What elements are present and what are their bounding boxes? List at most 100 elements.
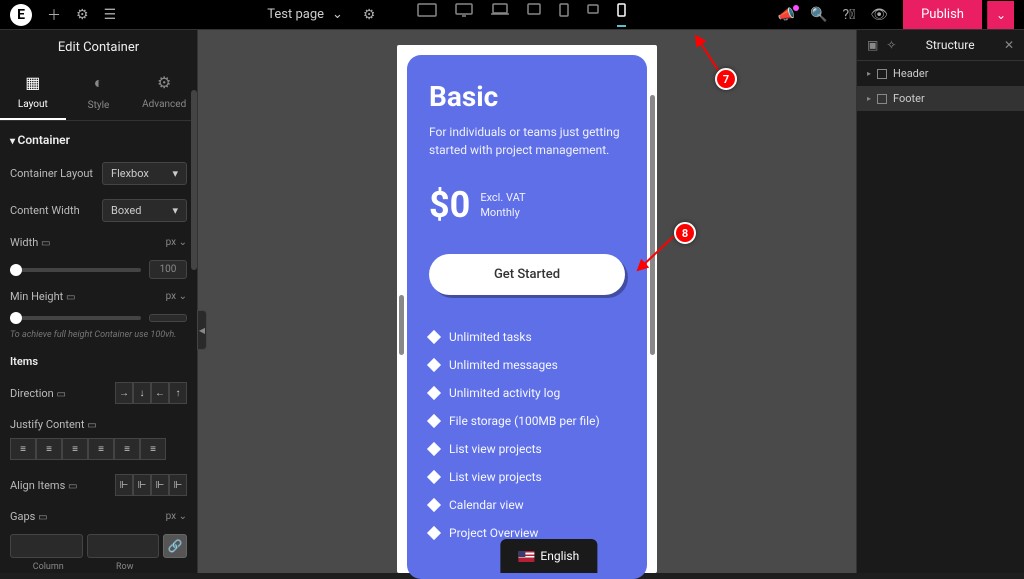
device-widescreen-icon[interactable]: [417, 3, 437, 27]
container-layout-select[interactable]: Flexbox▾: [102, 162, 187, 185]
feature-item: Project Overview: [429, 526, 625, 540]
justify-around[interactable]: ≡: [114, 438, 140, 460]
tab-style[interactable]: ◐Style: [66, 65, 132, 120]
min-height-slider[interactable]: [10, 316, 141, 320]
announcements-icon[interactable]: 📣: [778, 7, 795, 23]
device-mobile-extra-icon[interactable]: [587, 3, 599, 27]
justify-between[interactable]: ≡: [88, 438, 114, 460]
structure-icon-2[interactable]: ✧: [886, 38, 896, 52]
gap-row-input[interactable]: [87, 534, 160, 558]
justify-end[interactable]: ≡: [62, 438, 88, 460]
elementor-logo[interactable]: E: [10, 4, 32, 26]
chevron-down-icon: ⌄: [332, 7, 343, 22]
device-tablet-extra-icon[interactable]: [527, 3, 541, 27]
align-center[interactable]: ⊩: [133, 474, 151, 496]
annotation-7: 7: [715, 68, 737, 90]
panel-title: Edit Container: [0, 30, 197, 65]
align-stretch[interactable]: ⊩: [169, 474, 187, 496]
top-bar: E ＋ ⚙ ☰ Test page ⌄ ⚙ 📣 🔍 ?⃝ 👁 Publish ⌄: [0, 0, 1024, 30]
direction-label: Direction ▭: [10, 387, 66, 400]
language-label: English: [540, 549, 579, 563]
responsive-devices: [417, 3, 626, 27]
language-selector[interactable]: English: [500, 539, 597, 573]
align-end[interactable]: ⊩: [151, 474, 169, 496]
diamond-icon: [427, 386, 441, 400]
publish-button[interactable]: Publish: [903, 0, 982, 29]
get-started-button[interactable]: Get Started: [429, 254, 625, 295]
diamond-icon: [427, 358, 441, 372]
diamond-icon: [427, 498, 441, 512]
min-height-unit[interactable]: px ⌄: [166, 291, 187, 302]
justify-start[interactable]: ≡: [10, 438, 36, 460]
structure-title: Structure: [926, 38, 975, 52]
content-width-label: Content Width: [10, 204, 80, 217]
close-icon[interactable]: ✕: [1004, 38, 1014, 52]
help-icon[interactable]: ?⃝: [842, 7, 855, 23]
panel-tabs: ▦Layout ◐Style ⚙Advanced: [0, 65, 197, 121]
direction-column-reverse[interactable]: ↑: [169, 382, 187, 404]
section-container[interactable]: Container: [0, 121, 197, 155]
device-tablet-icon[interactable]: [559, 3, 569, 27]
feature-item: Unlimited messages: [429, 358, 625, 372]
diamond-icon: [427, 526, 441, 540]
gaps-unit[interactable]: px ⌄: [166, 511, 187, 522]
layers-icon[interactable]: ☰: [104, 7, 117, 23]
structure-panel: ▣ ✧ Structure ✕ ▸Header ▸Footer: [856, 30, 1024, 573]
tab-layout[interactable]: ▦Layout: [0, 65, 66, 120]
feature-item: Calendar view: [429, 498, 625, 512]
content-width-select[interactable]: Boxed▾: [102, 199, 187, 222]
device-desktop-icon[interactable]: [455, 3, 473, 27]
align-label: Align Items ▭: [10, 479, 77, 492]
gap-row-label: Row: [87, 562, 164, 572]
justify-evenly[interactable]: ≡: [140, 438, 166, 460]
feature-item: List view projects: [429, 470, 625, 484]
settings-icon[interactable]: ⚙: [76, 7, 89, 23]
direction-row[interactable]: →: [115, 382, 133, 404]
gap-link-button[interactable]: 🔗: [163, 534, 187, 558]
page-selector[interactable]: Test page ⌄ ⚙: [267, 7, 375, 23]
feature-item: File storage (100MB per file): [429, 414, 625, 428]
direction-buttons: → ↓ ← ↑: [115, 382, 187, 404]
items-header: Items: [10, 355, 38, 368]
diamond-icon: [427, 330, 441, 344]
add-icon[interactable]: ＋: [47, 5, 61, 25]
feature-item: Unlimited tasks: [429, 330, 625, 344]
gaps-label: Gaps ▭: [10, 510, 48, 523]
frame-scrollbar-left[interactable]: [399, 295, 404, 355]
canvas: ◀ Basic For individuals or teams just ge…: [198, 30, 856, 573]
pricing-card[interactable]: Basic For individuals or teams just gett…: [407, 55, 647, 579]
search-icon[interactable]: 🔍: [810, 7, 827, 23]
align-buttons: ⊩⊩⊩⊩: [115, 474, 187, 496]
navigator-item-footer[interactable]: ▸Footer: [857, 86, 1024, 111]
width-slider[interactable]: [10, 268, 141, 272]
direction-column[interactable]: ↓: [133, 382, 151, 404]
left-panel: Edit Container ▦Layout ◐Style ⚙Advanced …: [0, 30, 198, 573]
device-laptop-icon[interactable]: [491, 3, 509, 27]
gear-icon[interactable]: ⚙: [363, 7, 376, 23]
publish-options-button[interactable]: ⌄: [987, 1, 1014, 29]
tab-advanced[interactable]: ⚙Advanced: [131, 65, 197, 120]
preview-icon[interactable]: 👁: [870, 7, 888, 23]
frame-scrollbar-right[interactable]: [650, 95, 655, 355]
width-unit[interactable]: px ⌄: [166, 237, 187, 248]
card-subtitle: For individuals or teams just getting st…: [429, 123, 625, 159]
width-label: Width ▭: [10, 236, 50, 249]
page-name: Test page: [267, 7, 324, 22]
annotation-8: 8: [674, 222, 696, 244]
card-price: $0: [429, 184, 470, 226]
diamond-icon: [427, 470, 441, 484]
navigator-item-header[interactable]: ▸Header: [857, 61, 1024, 86]
align-start[interactable]: ⊩: [115, 474, 133, 496]
justify-center[interactable]: ≡: [36, 438, 62, 460]
min-height-input[interactable]: [149, 314, 187, 322]
structure-icon-1[interactable]: ▣: [867, 38, 878, 52]
direction-row-reverse[interactable]: ←: [151, 382, 169, 404]
collapse-panel-button[interactable]: ◀: [197, 310, 207, 350]
card-title: Basic: [429, 80, 625, 113]
min-height-hint: To achieve full height Container use 100…: [0, 326, 197, 348]
diamond-icon: [427, 414, 441, 428]
width-input[interactable]: 100: [149, 260, 187, 279]
panel-scrollbar[interactable]: [191, 90, 197, 270]
device-mobile-icon[interactable]: [617, 3, 626, 27]
gap-column-input[interactable]: [10, 534, 83, 558]
